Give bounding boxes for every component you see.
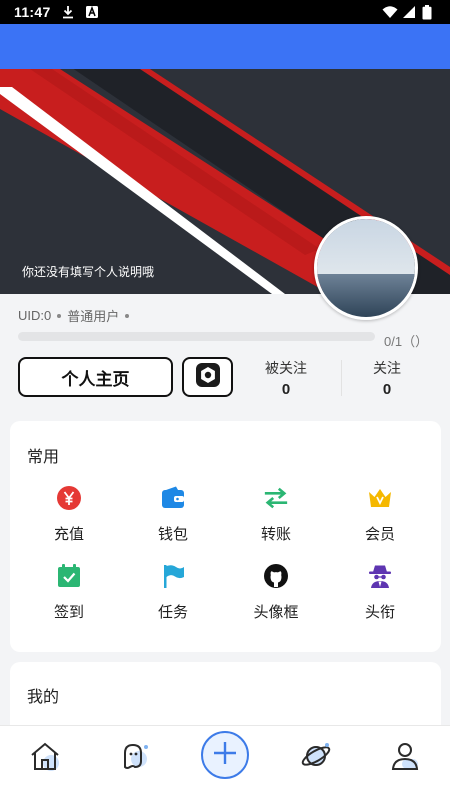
item-label: 头像框 xyxy=(253,604,299,621)
transfer-icon xyxy=(263,485,289,511)
planet-icon xyxy=(299,739,333,778)
vip-item[interactable]: 会员 xyxy=(330,485,430,544)
common-title: 常用 xyxy=(27,449,60,466)
font-icon xyxy=(85,5,99,19)
wallet-icon xyxy=(160,485,186,511)
add-button[interactable] xyxy=(201,731,249,779)
status-bar: 11:47 xyxy=(0,0,450,24)
following-count: 0 xyxy=(382,381,392,398)
home-icon xyxy=(28,739,62,778)
recharge-item[interactable]: 充值 xyxy=(19,485,119,544)
calendar-check-icon xyxy=(56,563,82,589)
settings-icon xyxy=(195,362,221,393)
avatar[interactable] xyxy=(314,216,418,320)
tab-square[interactable] xyxy=(114,740,154,776)
task-item[interactable]: 任务 xyxy=(123,563,223,622)
add-icon xyxy=(212,740,238,771)
item-label: 会员 xyxy=(364,526,395,543)
yen-icon xyxy=(56,485,82,511)
bottom-tab-bar xyxy=(0,725,450,800)
user-icon xyxy=(388,739,422,778)
signal-icon xyxy=(402,5,416,19)
status-time: 11:47 xyxy=(14,4,51,20)
followers-stat[interactable]: 被关注 0 xyxy=(241,358,331,398)
download-icon xyxy=(61,5,75,19)
item-label: 充值 xyxy=(53,526,84,543)
avatar-frame-item[interactable]: 头像框 xyxy=(226,563,326,622)
separator-dot xyxy=(125,313,130,318)
battery-icon xyxy=(422,5,436,20)
github-icon xyxy=(263,563,289,589)
wallet-item[interactable]: 钱包 xyxy=(123,485,223,544)
vip-crown-icon xyxy=(367,485,393,511)
common-card: 常用 充值 钱包 转账 会员 签到 任务 头像框 头衔 xyxy=(10,421,441,652)
wifi-icon xyxy=(382,5,398,19)
title-item[interactable]: 头衔 xyxy=(330,563,430,622)
profile-bio: 你还没有填写个人说明哦 xyxy=(22,265,155,279)
item-label: 任务 xyxy=(157,604,188,621)
tab-profile[interactable] xyxy=(385,740,425,776)
header-bar xyxy=(0,24,450,69)
tab-discover[interactable] xyxy=(296,740,336,776)
avatar-sky xyxy=(317,219,415,274)
level-progress-text: 0/1（） xyxy=(384,334,429,349)
mine-title: 我的 xyxy=(27,689,60,706)
settings-button[interactable] xyxy=(182,357,233,397)
checkin-item[interactable]: 签到 xyxy=(19,563,119,622)
followers-count: 0 xyxy=(281,381,291,398)
avatar-sea xyxy=(317,273,415,317)
level-progress-bar xyxy=(18,332,375,341)
item-label: 转账 xyxy=(260,526,291,543)
following-label: 关注 xyxy=(373,360,401,376)
tab-home[interactable] xyxy=(25,740,65,776)
item-label: 头衔 xyxy=(364,604,395,621)
following-stat[interactable]: 关注 0 xyxy=(342,358,432,398)
flag-icon xyxy=(160,563,186,589)
transfer-item[interactable]: 转账 xyxy=(226,485,326,544)
separator-dot xyxy=(57,313,62,318)
followers-label: 被关注 xyxy=(265,360,307,376)
uid-text: UID:0 xyxy=(18,308,52,323)
item-label: 签到 xyxy=(53,604,84,621)
user-role: 普通用户 xyxy=(67,309,120,324)
item-label: 钱包 xyxy=(157,526,188,543)
ghost-chat-icon xyxy=(117,739,151,778)
spy-icon xyxy=(367,563,393,589)
homepage-button[interactable]: 个人主页 xyxy=(18,357,173,397)
user-info-line: UID:0 普通用户 xyxy=(18,306,130,325)
